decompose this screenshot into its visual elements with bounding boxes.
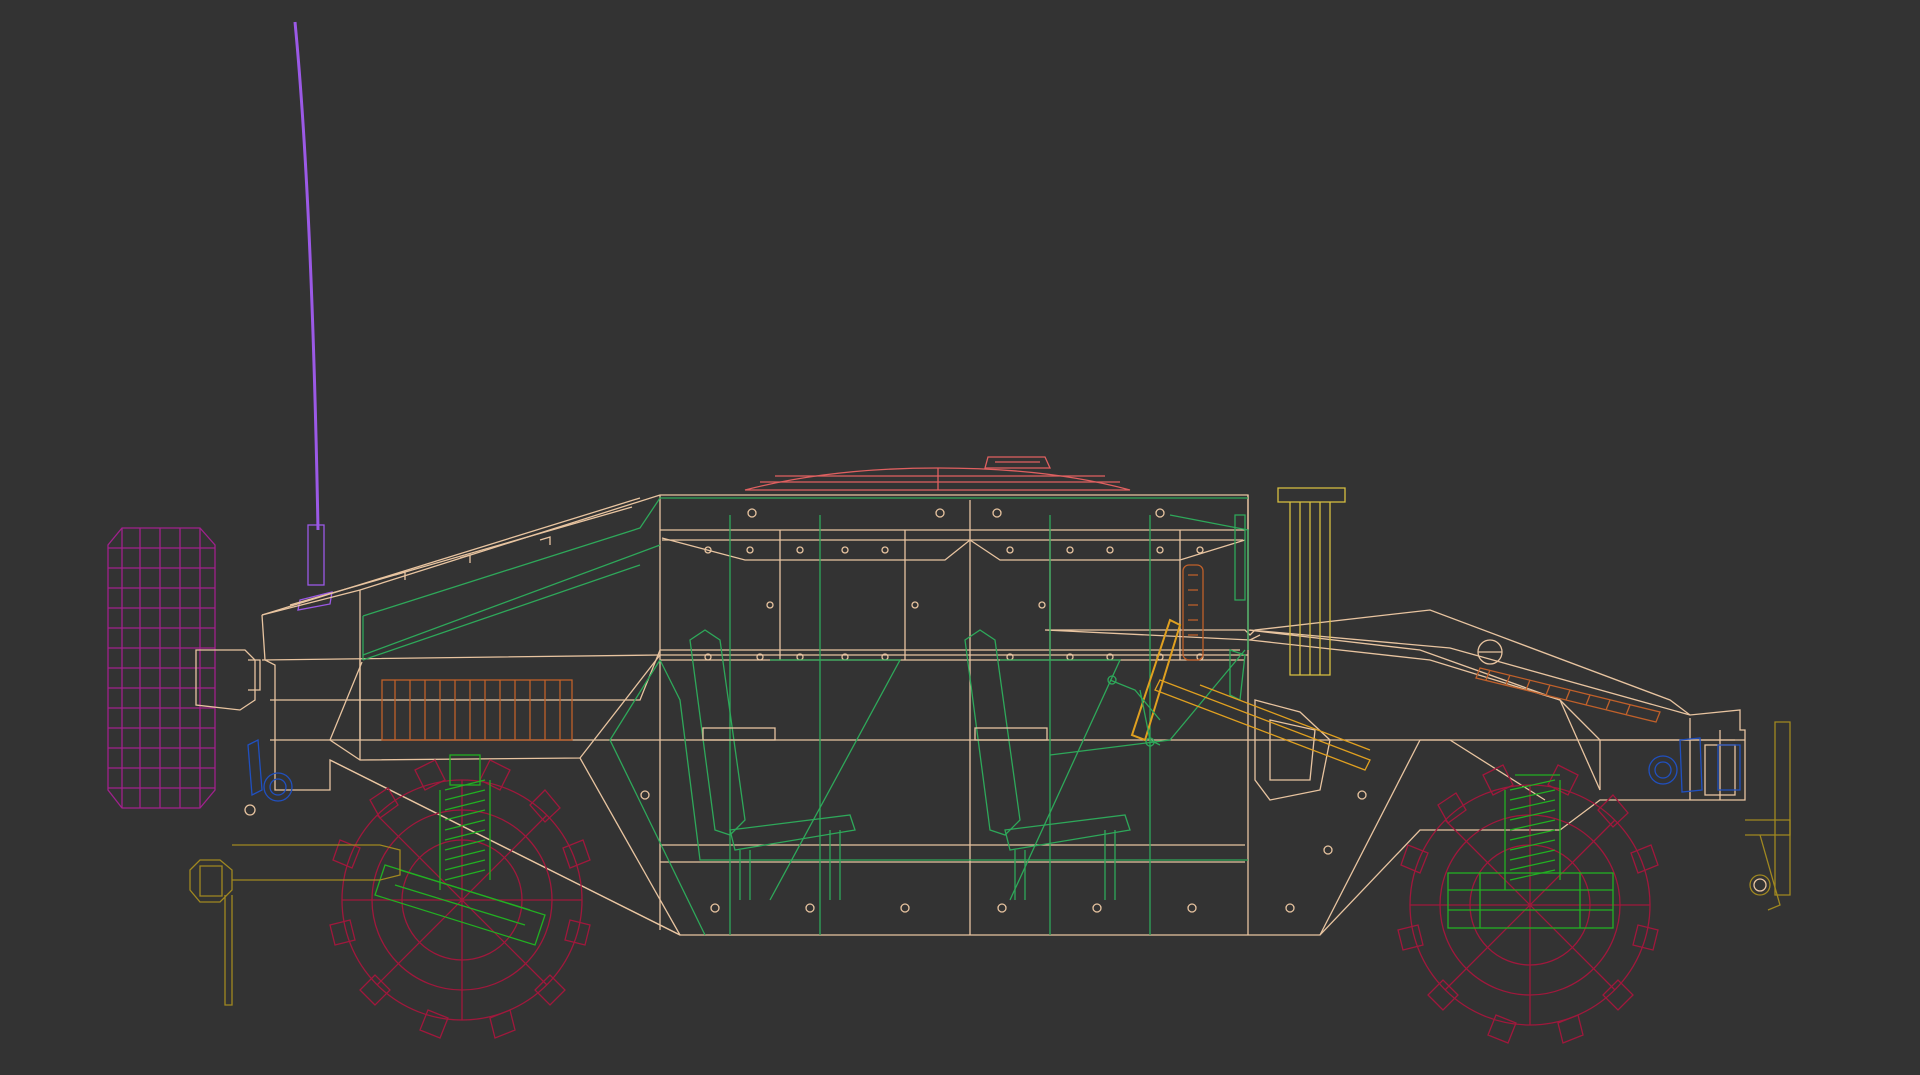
suspension-springs[interactable]: [374, 754, 1614, 946]
steering-assembly[interactable]: [1130, 618, 1371, 771]
seat-brackets: [702, 727, 1048, 741]
radio-antenna[interactable]: [293, 21, 333, 611]
interior-frame[interactable]: [362, 497, 1249, 936]
spare-tire[interactable]: [107, 527, 216, 809]
front-wheel[interactable]: [329, 759, 591, 1039]
headlights[interactable]: [247, 737, 1741, 802]
rear-wheel[interactable]: [1397, 764, 1659, 1044]
tow-hitch[interactable]: [189, 721, 1791, 1006]
wireframe-viewport[interactable]: [0, 0, 1920, 1075]
turret-hatch[interactable]: [744, 456, 1131, 491]
